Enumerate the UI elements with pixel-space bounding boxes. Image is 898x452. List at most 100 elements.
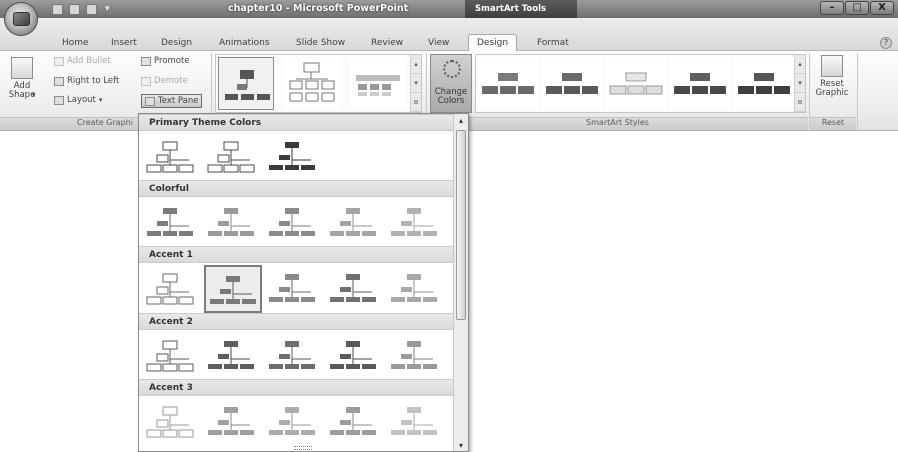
change-colors-label: Change Colors [434,87,468,106]
org-chart-thumbnail [208,208,254,236]
style-thumb[interactable] [734,57,794,110]
color-variation-tile[interactable] [143,199,201,247]
layout-thumb[interactable] [218,57,274,110]
color-variation-tile[interactable] [204,265,262,313]
undo-icon[interactable] [69,3,80,15]
gallery-scroll-down-icon[interactable]: ▾ [411,74,421,93]
styles-scroll-down-icon[interactable]: ▾ [795,74,805,93]
add-shape-dropdown-icon[interactable]: ▾ [32,91,36,99]
resize-grip-icon[interactable] [294,446,312,450]
tab-insert[interactable]: Insert [111,38,137,48]
color-variation-tile[interactable] [204,199,262,247]
change-colors-button[interactable]: Change Colors [430,54,472,113]
style-thumb[interactable] [606,57,666,110]
org-chart-thumbnail [330,208,376,236]
style-thumb-graphic [738,73,790,94]
org-chart-thumbnail [269,274,315,302]
org-chart-thumbnail [391,274,437,302]
color-variation-tile[interactable] [326,398,384,446]
maximize-button[interactable]: □ [845,1,869,15]
tab-format[interactable]: Format [537,38,569,48]
layout-dropdown-icon: ▾ [98,96,103,104]
org-chart-thumbnail [146,406,194,438]
text-pane-label: Text Pane [158,96,199,106]
tab-review[interactable]: Review [371,38,403,48]
tab-view[interactable]: View [428,38,449,48]
office-logo-icon [13,12,30,26]
close-button[interactable]: X [870,1,894,15]
bullet-icon [54,56,64,66]
org-chart-thumbnail [269,341,315,369]
color-variation-tile[interactable] [326,199,384,247]
style-thumb-graphic [674,73,726,94]
color-variation-tile[interactable] [387,199,445,247]
color-variations-list: Primary Theme Colors Colorful Accent 1 Acce… [139,114,455,451]
tab-home[interactable]: Home [62,38,89,48]
styles-scroll-up-icon[interactable]: ▴ [795,55,805,74]
color-variation-tile[interactable] [326,265,384,313]
color-variation-tile[interactable] [387,265,445,313]
reset-graphic-button[interactable]: Reset Graphic [812,55,852,98]
help-icon[interactable]: ? [880,37,892,49]
color-variation-tile[interactable] [204,398,262,446]
style-thumb-graphic [609,72,663,95]
styles-more-icon[interactable]: ≡ [795,93,805,112]
gallery-scroll-up-icon[interactable]: ▴ [411,55,421,74]
layout-button[interactable]: Layout ▾ [54,95,102,105]
gallery-more-icon[interactable]: ≡ [411,93,421,112]
org-chart-thumbnail [208,341,254,369]
section-header: Accent 3 [139,379,455,396]
right-to-left-button[interactable]: Right to Left [54,76,119,86]
color-variation-tile[interactable] [265,199,323,247]
layout-thumb-graphic [289,62,335,102]
org-chart-thumbnail [330,274,376,302]
styles-gallery-scrollbar[interactable]: ▴ ▾ ≡ [794,55,805,112]
office-button[interactable] [4,2,38,36]
layout-icon [54,95,64,105]
layout-thumb-graphic [225,70,270,100]
color-variation-tile[interactable] [387,398,445,446]
scroll-down-icon[interactable]: ▾ [454,439,468,451]
right-to-left-label: Right to Left [67,76,120,86]
save-icon[interactable] [52,3,63,15]
org-chart-thumbnail [146,141,194,173]
style-thumb[interactable] [542,57,602,110]
color-variation-tile[interactable] [326,332,384,380]
title-bar: ▾ chapter10 - Microsoft PowerPoint Smart… [0,0,898,18]
section-header: Colorful [139,180,455,197]
color-variation-tile[interactable] [143,265,201,313]
color-variation-tile[interactable] [204,133,262,181]
scroll-up-icon[interactable]: ▴ [454,114,468,128]
color-variation-tile[interactable] [387,332,445,380]
layout-thumb[interactable] [350,57,406,110]
color-variation-tile[interactable] [143,332,201,380]
tab-slide-show[interactable]: Slide Show [296,38,345,48]
color-variation-tile[interactable] [143,398,201,446]
dropdown-scrollbar[interactable]: ▴ ▾ [453,114,468,451]
minimize-button[interactable]: – [820,1,844,15]
style-thumb[interactable] [670,57,730,110]
smartart-styles-gallery: ▴ ▾ ≡ [475,54,806,113]
org-chart-thumbnail [391,208,437,236]
section-header: Accent 1 [139,246,455,263]
color-variation-tile[interactable] [143,133,201,181]
color-variation-tile[interactable] [204,332,262,380]
qat-customize-icon[interactable]: ▾ [105,4,110,14]
color-variation-tile[interactable] [265,332,323,380]
org-chart-thumbnail [391,341,437,369]
layouts-gallery-scrollbar[interactable]: ▴ ▾ ≡ [410,55,421,112]
color-variation-tile[interactable] [265,265,323,313]
promote-button[interactable]: Promote [141,56,190,66]
add-shape-icon [11,57,33,79]
org-chart-thumbnail [391,407,437,435]
redo-icon[interactable] [86,3,97,15]
color-variation-tile[interactable] [265,398,323,446]
tab-animations[interactable]: Animations [219,38,270,48]
text-pane-button[interactable]: Text Pane [141,94,203,108]
color-variation-tile[interactable] [265,133,323,181]
layout-thumb[interactable] [284,57,340,110]
tab-design[interactable]: Design [161,38,192,48]
scroll-thumb[interactable] [456,130,466,320]
style-thumb[interactable] [478,57,538,110]
org-chart-thumbnail [207,141,255,173]
